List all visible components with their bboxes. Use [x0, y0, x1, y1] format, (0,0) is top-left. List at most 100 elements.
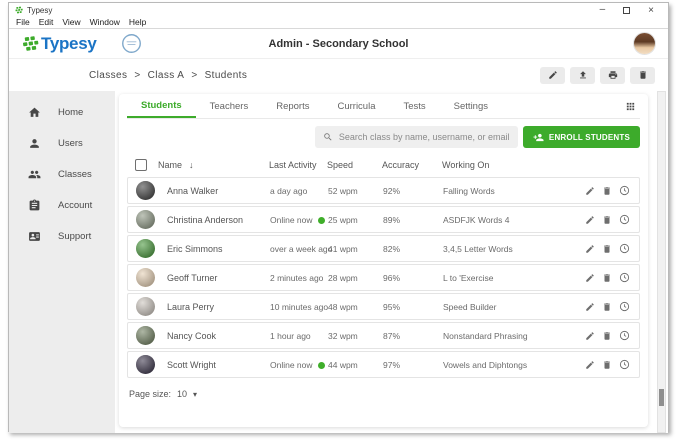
tab-tests[interactable]: Tests [389, 94, 439, 118]
row-edit-button[interactable] [585, 273, 595, 283]
sidebar-item-label: Users [58, 138, 83, 149]
search-box[interactable] [315, 126, 518, 148]
edit-button[interactable] [540, 67, 565, 84]
tab-students[interactable]: Students [127, 94, 196, 118]
tab-teachers[interactable]: Teachers [196, 94, 263, 118]
delete-button[interactable] [630, 67, 655, 84]
row-edit-button[interactable] [585, 215, 595, 225]
sidebar-item-label: Account [58, 200, 92, 211]
row-edit-button[interactable] [585, 186, 595, 196]
search-input[interactable] [339, 132, 510, 142]
menu-view[interactable]: View [62, 17, 80, 27]
print-button[interactable] [600, 67, 625, 84]
typesy-logo-icon [22, 35, 39, 52]
student-name[interactable]: Laura Perry [167, 302, 214, 312]
column-speed[interactable]: Speed [327, 160, 382, 170]
student-name[interactable]: Christina Anderson [167, 215, 243, 225]
last-activity: 1 hour ago [270, 331, 311, 341]
table-row[interactable]: Nancy Cook 1 hour ago 32 wpm 87% Nonstan… [127, 322, 640, 349]
row-delete-button[interactable] [602, 331, 612, 341]
working-on-value: Vowels and Diphtongs [443, 360, 582, 370]
history-icon [619, 330, 630, 341]
upload-button[interactable] [570, 67, 595, 84]
sidebar-item-classes[interactable]: Classes [9, 159, 115, 190]
row-history-button[interactable] [619, 330, 630, 341]
student-name[interactable]: Anna Walker [167, 186, 218, 196]
column-accuracy[interactable]: Accuracy [382, 160, 442, 170]
menu-window[interactable]: Window [90, 17, 120, 27]
edit-icon [585, 186, 595, 196]
table-row[interactable]: Christina Anderson Online now 25 wpm 89%… [127, 206, 640, 233]
row-history-button[interactable] [619, 214, 630, 225]
sort-desc-icon[interactable]: ↓ [189, 160, 194, 170]
tab-settings[interactable]: Settings [440, 94, 502, 118]
enroll-students-button[interactable]: ENROLL STUDENTS [523, 126, 640, 148]
typesy-logo[interactable]: Typesy [22, 34, 97, 54]
menu-edit[interactable]: Edit [39, 17, 54, 27]
row-delete-button[interactable] [602, 360, 612, 370]
scrollbar[interactable] [657, 91, 666, 433]
breadcrumb-classes[interactable]: Classes [89, 70, 127, 81]
speed-value: 41 wpm [328, 244, 383, 254]
caret-down-icon[interactable]: ▾ [193, 390, 197, 399]
minimize-icon[interactable]: – [600, 7, 606, 13]
titlebar: Typesy – × [9, 3, 668, 16]
row-edit-button[interactable] [585, 244, 595, 254]
close-icon[interactable]: × [648, 5, 654, 16]
row-delete-button[interactable] [602, 186, 612, 196]
sidebar-item-label: Classes [58, 169, 92, 180]
maximize-icon[interactable] [623, 7, 630, 14]
scrollbar-thumb[interactable] [659, 389, 664, 406]
select-all-checkbox[interactable] [135, 159, 147, 171]
history-icon [619, 301, 630, 312]
typesy-logo-icon-small [15, 6, 23, 14]
row-edit-button[interactable] [585, 360, 595, 370]
table-row[interactable]: Laura Perry 10 minutes ago 48 wpm 95% Sp… [127, 293, 640, 320]
row-history-button[interactable] [619, 359, 630, 370]
menu-file[interactable]: File [16, 17, 30, 27]
table-row[interactable]: Scott Wright Online now 44 wpm 97% Vowel… [127, 351, 640, 378]
sidebar-item-home[interactable]: Home [9, 97, 115, 128]
last-activity: Online now [270, 215, 313, 225]
edit-icon [585, 244, 595, 254]
student-name[interactable]: Nancy Cook [167, 331, 216, 341]
avatar [136, 297, 155, 316]
row-edit-button[interactable] [585, 302, 595, 312]
table-row[interactable]: Eric Simmons over a week ago 41 wpm 82% … [127, 235, 640, 262]
sidebar-item-support[interactable]: Support [9, 221, 115, 252]
row-delete-button[interactable] [602, 302, 612, 312]
menu-help[interactable]: Help [129, 17, 146, 27]
tab-curricula[interactable]: Curricula [323, 94, 389, 118]
user-avatar[interactable] [634, 33, 655, 54]
menu-bar: File Edit View Window Help [9, 16, 668, 29]
column-last-activity[interactable]: Last Activity [269, 160, 327, 170]
table-row[interactable]: Geoff Turner 2 minutes ago 28 wpm 96% L … [127, 264, 640, 291]
row-delete-button[interactable] [602, 244, 612, 254]
last-activity: 10 minutes ago [270, 302, 328, 312]
tab-reports[interactable]: Reports [262, 94, 323, 118]
row-edit-button[interactable] [585, 331, 595, 341]
page-size-label: Page size: [129, 389, 171, 399]
row-history-button[interactable] [619, 301, 630, 312]
column-working-on[interactable]: Working On [442, 160, 583, 170]
column-name[interactable]: Name [158, 160, 182, 170]
sidebar-item-account[interactable]: Account [9, 190, 115, 221]
row-delete-button[interactable] [602, 215, 612, 225]
student-name[interactable]: Geoff Turner [167, 273, 217, 283]
user-icon [28, 137, 41, 150]
row-history-button[interactable] [619, 243, 630, 254]
sidebar-item-users[interactable]: Users [9, 128, 115, 159]
enroll-students-label: ENROLL STUDENTS [549, 133, 630, 142]
row-delete-button[interactable] [602, 273, 612, 283]
breadcrumb-class-a[interactable]: Class A [148, 70, 185, 81]
breadcrumb-students[interactable]: Students [205, 70, 248, 81]
page-size-value[interactable]: 10 [177, 389, 187, 399]
row-history-button[interactable] [619, 185, 630, 196]
grid-view-button[interactable] [625, 101, 636, 112]
student-name[interactable]: Scott Wright [167, 360, 216, 370]
search-icon [323, 132, 333, 142]
student-name[interactable]: Eric Simmons [167, 244, 223, 254]
row-history-button[interactable] [619, 272, 630, 283]
trash-icon [602, 244, 612, 254]
table-row[interactable]: Anna Walker a day ago 52 wpm 92% Falling… [127, 177, 640, 204]
